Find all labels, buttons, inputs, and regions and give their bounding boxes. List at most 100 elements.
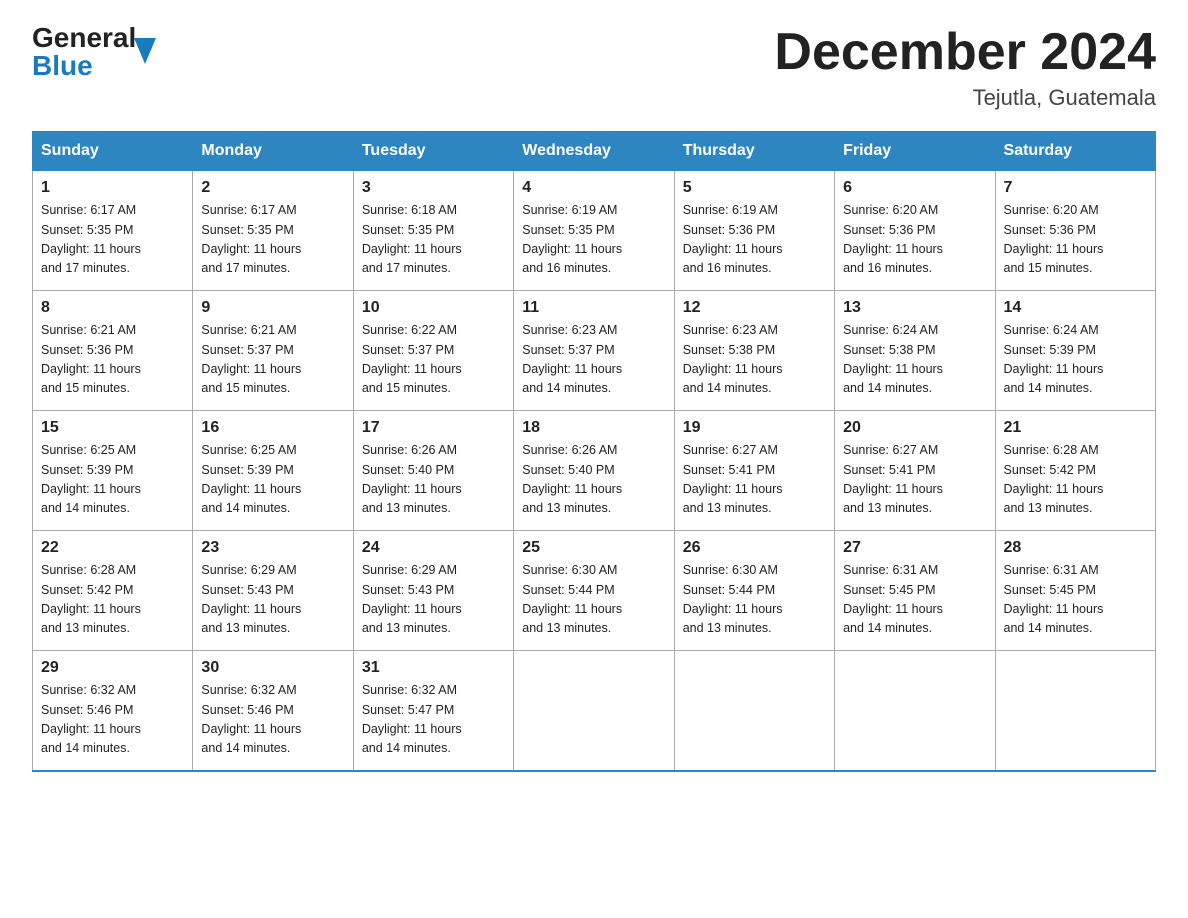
calendar-cell xyxy=(995,651,1155,771)
calendar-cell: 20Sunrise: 6:27 AMSunset: 5:41 PMDayligh… xyxy=(835,411,995,531)
day-number: 22 xyxy=(41,539,184,557)
col-wednesday: Wednesday xyxy=(514,132,674,171)
calendar-cell: 1 Sunrise: 6:17 AMSunset: 5:35 PMDaylight… xyxy=(33,171,193,291)
day-number: 19 xyxy=(683,419,826,437)
day-info: Sunrise: 6:29 AMSunset: 5:43 PMDaylight:… xyxy=(201,561,344,639)
calendar-body: 1 Sunrise: 6:17 AMSunset: 5:35 PMDaylight… xyxy=(33,171,1156,771)
calendar-cell: 11Sunrise: 6:23 AMSunset: 5:37 PMDayligh… xyxy=(514,291,674,411)
day-number: 7 xyxy=(1004,179,1147,197)
calendar-cell: 28 Sunrise: 6:31 AMSunset: 5:45 PMDayligh… xyxy=(995,531,1155,651)
calendar-cell: 31 Sunrise: 6:32 AMSunset: 5:47 PMDayligh… xyxy=(353,651,513,771)
col-friday: Friday xyxy=(835,132,995,171)
week-row-2: 8Sunrise: 6:21 AMSunset: 5:36 PMDaylight… xyxy=(33,291,1156,411)
calendar-cell: 18 Sunrise: 6:26 AMSunset: 5:40 PMDayligh… xyxy=(514,411,674,531)
header-row: Sunday Monday Tuesday Wednesday Thursday… xyxy=(33,132,1156,171)
day-info: Sunrise: 6:17 AMSunset: 5:35 PMDaylight:… xyxy=(41,201,184,279)
day-info: Sunrise: 6:17 AMSunset: 5:35 PMDaylight:… xyxy=(201,201,344,279)
week-row-1: 1 Sunrise: 6:17 AMSunset: 5:35 PMDaylight… xyxy=(33,171,1156,291)
calendar-cell: 8Sunrise: 6:21 AMSunset: 5:36 PMDaylight… xyxy=(33,291,193,411)
day-number: 2 xyxy=(201,179,344,197)
calendar-cell: 4 Sunrise: 6:19 AMSunset: 5:35 PMDaylight… xyxy=(514,171,674,291)
calendar-cell xyxy=(514,651,674,771)
week-row-5: 29 Sunrise: 6:32 AMSunset: 5:46 PMDayligh… xyxy=(33,651,1156,771)
day-number: 4 xyxy=(522,179,665,197)
day-number: 12 xyxy=(683,299,826,317)
day-info: Sunrise: 6:31 AMSunset: 5:45 PMDaylight:… xyxy=(1004,561,1147,639)
calendar-table: Sunday Monday Tuesday Wednesday Thursday… xyxy=(32,131,1156,772)
logo: General Blue xyxy=(32,24,156,80)
calendar-cell: 25Sunrise: 6:30 AMSunset: 5:44 PMDayligh… xyxy=(514,531,674,651)
col-monday: Monday xyxy=(193,132,353,171)
calendar-cell: 5Sunrise: 6:19 AMSunset: 5:36 PMDaylight… xyxy=(674,171,834,291)
day-info: Sunrise: 6:18 AMSunset: 5:35 PMDaylight:… xyxy=(362,201,505,279)
calendar-cell xyxy=(835,651,995,771)
day-number: 14 xyxy=(1004,299,1147,317)
day-number: 23 xyxy=(201,539,344,557)
day-number: 29 xyxy=(41,659,184,677)
day-info: Sunrise: 6:26 AMSunset: 5:40 PMDaylight:… xyxy=(522,441,665,519)
calendar-cell xyxy=(674,651,834,771)
day-number: 27 xyxy=(843,539,986,557)
day-number: 1 xyxy=(41,179,184,197)
day-info: Sunrise: 6:32 AMSunset: 5:46 PMDaylight:… xyxy=(201,681,344,759)
logo-arrow-icon xyxy=(134,38,156,69)
day-info: Sunrise: 6:28 AMSunset: 5:42 PMDaylight:… xyxy=(1004,441,1147,519)
calendar-cell: 10 Sunrise: 6:22 AMSunset: 5:37 PMDayligh… xyxy=(353,291,513,411)
day-info: Sunrise: 6:19 AMSunset: 5:35 PMDaylight:… xyxy=(522,201,665,279)
day-info: Sunrise: 6:21 AMSunset: 5:37 PMDaylight:… xyxy=(201,321,344,399)
col-tuesday: Tuesday xyxy=(353,132,513,171)
title-block: December 2024 Tejutla, Guatemala xyxy=(774,24,1156,111)
day-info: Sunrise: 6:20 AMSunset: 5:36 PMDaylight:… xyxy=(843,201,986,279)
page-header: General Blue December 2024 Tejutla, Guat… xyxy=(32,24,1156,111)
calendar-cell: 2 Sunrise: 6:17 AMSunset: 5:35 PMDaylight… xyxy=(193,171,353,291)
day-info: Sunrise: 6:21 AMSunset: 5:36 PMDaylight:… xyxy=(41,321,184,399)
day-number: 20 xyxy=(843,419,986,437)
day-number: 26 xyxy=(683,539,826,557)
day-info: Sunrise: 6:28 AMSunset: 5:42 PMDaylight:… xyxy=(41,561,184,639)
calendar-header: Sunday Monday Tuesday Wednesday Thursday… xyxy=(33,132,1156,171)
day-number: 15 xyxy=(41,419,184,437)
calendar-subtitle: Tejutla, Guatemala xyxy=(774,85,1156,111)
day-number: 10 xyxy=(362,299,505,317)
calendar-cell: 6 Sunrise: 6:20 AMSunset: 5:36 PMDaylight… xyxy=(835,171,995,291)
day-number: 17 xyxy=(362,419,505,437)
calendar-cell: 15 Sunrise: 6:25 AMSunset: 5:39 PMDayligh… xyxy=(33,411,193,531)
day-info: Sunrise: 6:22 AMSunset: 5:37 PMDaylight:… xyxy=(362,321,505,399)
day-info: Sunrise: 6:30 AMSunset: 5:44 PMDaylight:… xyxy=(683,561,826,639)
calendar-cell: 19Sunrise: 6:27 AMSunset: 5:41 PMDayligh… xyxy=(674,411,834,531)
day-info: Sunrise: 6:24 AMSunset: 5:38 PMDaylight:… xyxy=(843,321,986,399)
day-info: Sunrise: 6:24 AMSunset: 5:39 PMDaylight:… xyxy=(1004,321,1147,399)
logo-blue-text: Blue xyxy=(32,52,136,80)
day-number: 21 xyxy=(1004,419,1147,437)
calendar-cell: 13 Sunrise: 6:24 AMSunset: 5:38 PMDayligh… xyxy=(835,291,995,411)
day-info: Sunrise: 6:31 AMSunset: 5:45 PMDaylight:… xyxy=(843,561,986,639)
logo-general-text: General xyxy=(32,24,136,52)
day-number: 13 xyxy=(843,299,986,317)
day-info: Sunrise: 6:26 AMSunset: 5:40 PMDaylight:… xyxy=(362,441,505,519)
day-number: 30 xyxy=(201,659,344,677)
day-info: Sunrise: 6:29 AMSunset: 5:43 PMDaylight:… xyxy=(362,561,505,639)
day-info: Sunrise: 6:25 AMSunset: 5:39 PMDaylight:… xyxy=(201,441,344,519)
day-info: Sunrise: 6:25 AMSunset: 5:39 PMDaylight:… xyxy=(41,441,184,519)
calendar-cell: 23 Sunrise: 6:29 AMSunset: 5:43 PMDayligh… xyxy=(193,531,353,651)
day-number: 31 xyxy=(362,659,505,677)
day-number: 6 xyxy=(843,179,986,197)
day-info: Sunrise: 6:32 AMSunset: 5:47 PMDaylight:… xyxy=(362,681,505,759)
week-row-3: 15 Sunrise: 6:25 AMSunset: 5:39 PMDayligh… xyxy=(33,411,1156,531)
day-number: 24 xyxy=(362,539,505,557)
calendar-title: December 2024 xyxy=(774,24,1156,81)
day-number: 5 xyxy=(683,179,826,197)
day-number: 3 xyxy=(362,179,505,197)
col-thursday: Thursday xyxy=(674,132,834,171)
day-number: 16 xyxy=(201,419,344,437)
col-sunday: Sunday xyxy=(33,132,193,171)
calendar-cell: 17 Sunrise: 6:26 AMSunset: 5:40 PMDayligh… xyxy=(353,411,513,531)
calendar-cell: 27 Sunrise: 6:31 AMSunset: 5:45 PMDayligh… xyxy=(835,531,995,651)
calendar-cell: 7Sunrise: 6:20 AMSunset: 5:36 PMDaylight… xyxy=(995,171,1155,291)
day-number: 18 xyxy=(522,419,665,437)
day-number: 28 xyxy=(1004,539,1147,557)
calendar-cell: 26 Sunrise: 6:30 AMSunset: 5:44 PMDayligh… xyxy=(674,531,834,651)
calendar-cell: 30 Sunrise: 6:32 AMSunset: 5:46 PMDayligh… xyxy=(193,651,353,771)
day-info: Sunrise: 6:23 AMSunset: 5:37 PMDaylight:… xyxy=(522,321,665,399)
week-row-4: 22 Sunrise: 6:28 AMSunset: 5:42 PMDayligh… xyxy=(33,531,1156,651)
